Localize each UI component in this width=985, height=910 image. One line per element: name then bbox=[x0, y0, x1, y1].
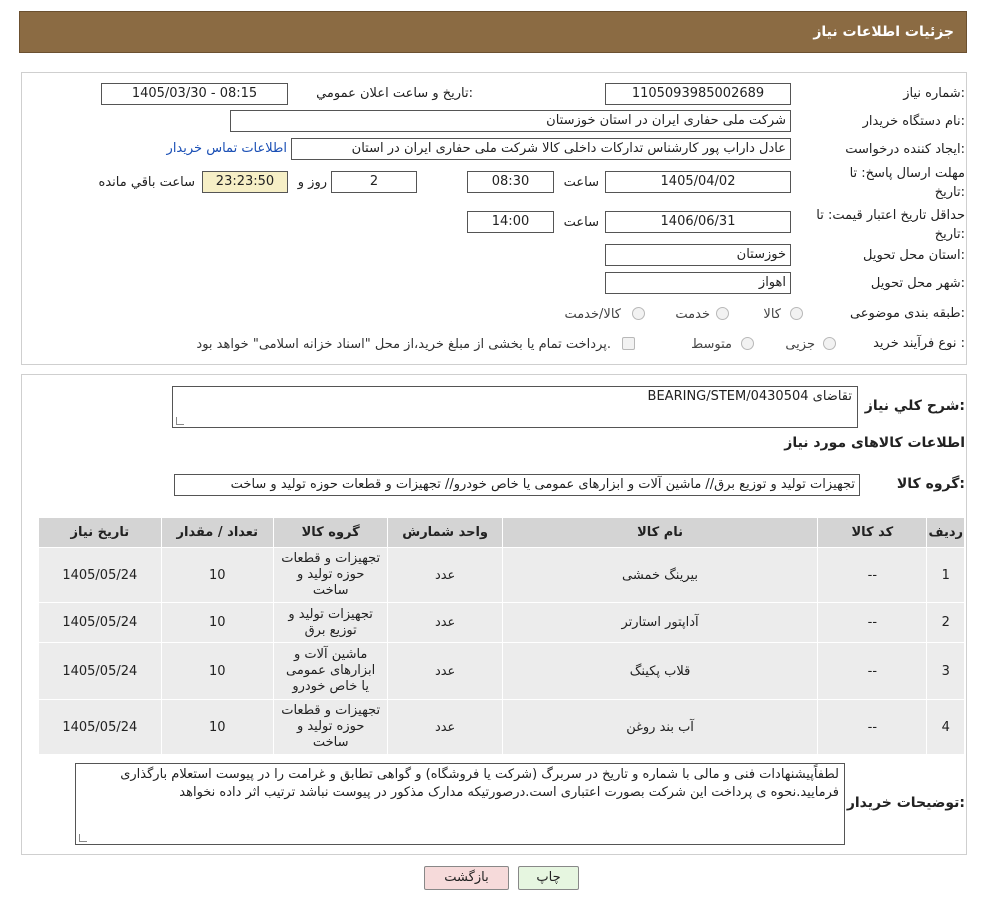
category-goods-radio[interactable] bbox=[790, 307, 803, 320]
deadline-label: مهلت ارسال پاسخ: تا تاریخ: bbox=[849, 166, 965, 200]
validity-time-label: ساعت bbox=[563, 215, 599, 230]
col-quantity: تعداد / مقدار bbox=[160, 517, 274, 548]
item-name: آداپتور استارتر bbox=[501, 602, 819, 643]
days-label: روز و bbox=[297, 175, 327, 190]
validity-date-field: 1406/06/31 bbox=[605, 211, 791, 233]
process-type-label: نوع فرآیند خرید : bbox=[873, 336, 965, 351]
category-service-radio[interactable] bbox=[716, 307, 729, 320]
remaining-time-field: 23:23:50 bbox=[202, 171, 288, 193]
requester-field: عادل داراب پور کارشناس تدارکات داخلی کال… bbox=[291, 138, 791, 160]
buyer-org-label: نام دستگاه خريدار: bbox=[862, 114, 965, 129]
item-code: -- bbox=[817, 699, 928, 755]
item-group: تجهیزات و قطعات حوزه تولید و ساخت bbox=[272, 699, 389, 755]
goods-group-label: گروه کالا: bbox=[896, 476, 965, 492]
item-group: ماشین آلات و ابزارهای عمومی یا خاص خودرو bbox=[272, 642, 389, 700]
category-label: طبقه بندی موضوعی: bbox=[849, 306, 965, 321]
announce-date-label: تاریخ و ساعت اعلان عمومي: bbox=[316, 86, 473, 101]
buyer-notes-field: لطفاًپیشنهادات فنی و مالی با شماره و تار… bbox=[75, 763, 845, 845]
resize-grip-icon[interactable] bbox=[79, 834, 87, 842]
buyer-org-field: شرکت ملی حفاری ایران در استان خوزستان bbox=[230, 110, 791, 132]
item-need-date: 1405/05/24 bbox=[38, 602, 162, 643]
item-code: -- bbox=[817, 642, 928, 700]
category-service-label: خدمت bbox=[675, 307, 710, 322]
col-item-name: نام کالا bbox=[501, 517, 819, 548]
process-partial-label: جزیی bbox=[785, 337, 815, 352]
item-group-text: ماشین آلات و ابزارهای عمومی یا خاص خودرو bbox=[286, 647, 376, 694]
process-medium-radio[interactable] bbox=[741, 337, 754, 350]
table-row: 1 -- بیرینگ خمشی عدد تجهیزات و قطعات حوز… bbox=[38, 547, 965, 603]
table-row: 3 -- قلاب پکینگ عدد ماشین آلات و ابزارها… bbox=[38, 642, 965, 700]
treasury-payment-note: پرداخت تمام یا بخشی از مبلغ خرید،از محل … bbox=[196, 337, 611, 352]
remaining-time-label: ساعت باقي مانده bbox=[98, 175, 195, 190]
item-group: تجهیزات و قطعات حوزه تولید و ساخت bbox=[272, 547, 389, 603]
item-unit: عدد bbox=[387, 699, 503, 755]
requester-label: ایجاد کننده درخواست: bbox=[845, 142, 965, 157]
province-field: خوزستان bbox=[605, 244, 791, 266]
item-need-date: 1405/05/24 bbox=[38, 699, 162, 755]
need-number-label: شماره نیاز: bbox=[903, 86, 965, 101]
col-need-date: تاریخ نیاز bbox=[38, 517, 162, 548]
city-field: اهواز bbox=[605, 272, 791, 294]
item-unit: عدد bbox=[387, 602, 503, 643]
goods-table: ردیف کد کالا نام کالا واحد شمارش گروه کا… bbox=[38, 517, 965, 755]
city-label: شهر محل تحویل: bbox=[870, 276, 965, 291]
item-name: بیرینگ خمشی bbox=[501, 547, 819, 603]
buyer-notes-label: توضیحات خریدار: bbox=[846, 795, 965, 811]
item-group: تجهیزات تولید و توزیع برق bbox=[272, 602, 389, 643]
category-goods-label: کالا bbox=[763, 307, 781, 322]
item-group-text: تجهیزات و قطعات حوزه تولید و ساخت bbox=[281, 703, 381, 750]
item-group-text: تجهیزات و قطعات حوزه تولید و ساخت bbox=[281, 551, 381, 598]
announce-date-field: 1405/03/30 - 08:15 bbox=[101, 83, 288, 105]
goods-table-header: ردیف کد کالا نام کالا واحد شمارش گروه کا… bbox=[38, 517, 965, 548]
table-row: 2 -- آداپتور استارتر عدد تجهیزات تولید و… bbox=[38, 602, 965, 643]
item-unit: عدد bbox=[387, 547, 503, 603]
table-row: 4 -- آب بند روغن عدد تجهیزات و قطعات حوز… bbox=[38, 699, 965, 755]
item-quantity: 10 bbox=[160, 699, 274, 755]
item-code: -- bbox=[817, 602, 928, 643]
category-goods-service-radio[interactable] bbox=[632, 307, 645, 320]
row-number: 4 bbox=[926, 699, 965, 755]
item-code: -- bbox=[817, 547, 928, 603]
deadline-time-label: ساعت bbox=[563, 175, 599, 190]
summary-field: تقاضای BEARING/STEM/0430504 bbox=[172, 386, 858, 428]
summary-label: شرح كلي نياز: bbox=[864, 398, 965, 414]
row-number: 2 bbox=[926, 602, 965, 643]
row-number: 1 bbox=[926, 547, 965, 603]
item-quantity: 10 bbox=[160, 642, 274, 700]
process-medium-label: متوسط bbox=[691, 337, 732, 352]
deadline-date-field: 1405/04/02 bbox=[605, 171, 791, 193]
col-row-number: ردیف bbox=[926, 517, 965, 548]
col-item-code: کد کالا bbox=[817, 517, 928, 548]
page-title: جزئیات اطلاعات نیاز bbox=[813, 24, 954, 40]
process-partial-radio[interactable] bbox=[823, 337, 836, 350]
need-number-field: 1105093985002689 bbox=[605, 83, 791, 105]
resize-grip-icon[interactable] bbox=[176, 417, 184, 425]
print-button[interactable]: چاپ bbox=[518, 866, 579, 890]
item-need-date: 1405/05/24 bbox=[38, 642, 162, 700]
back-button[interactable]: بازگشت bbox=[424, 866, 509, 890]
buyer-contact-link[interactable]: اطلاعات تماس خریدار bbox=[167, 141, 287, 156]
item-unit: عدد bbox=[387, 642, 503, 700]
goods-info-title: اطلاعات کالاهای مورد نیاز bbox=[784, 435, 965, 451]
item-name: آب بند روغن bbox=[501, 699, 819, 755]
validity-label: حداقل تاریخ اعتبار قیمت: تا تاریخ: bbox=[816, 208, 965, 242]
goods-group-field: تجهیزات تولید و توزیع برق// ماشین آلات و… bbox=[174, 474, 860, 496]
province-label: استان محل تحویل: bbox=[863, 248, 965, 263]
item-group-text: تجهیزات تولید و توزیع برق bbox=[288, 606, 373, 638]
days-remaining-field: 2 bbox=[331, 171, 417, 193]
item-need-date: 1405/05/24 bbox=[38, 547, 162, 603]
category-goods-service-label: کالا/خدمت bbox=[564, 307, 621, 322]
deadline-time-field: 08:30 bbox=[467, 171, 554, 193]
buyer-notes-text: لطفاًپیشنهادات فنی و مالی با شماره و تار… bbox=[120, 767, 839, 800]
item-quantity: 10 bbox=[160, 602, 274, 643]
summary-text: تقاضای BEARING/STEM/0430504 bbox=[647, 389, 852, 404]
item-name: قلاب پکینگ bbox=[501, 642, 819, 700]
treasury-payment-checkbox[interactable] bbox=[622, 337, 635, 350]
row-number: 3 bbox=[926, 642, 965, 700]
page-header: جزئیات اطلاعات نیاز bbox=[19, 11, 967, 53]
item-quantity: 10 bbox=[160, 547, 274, 603]
col-item-group: گروه کالا bbox=[272, 517, 389, 548]
validity-time-field: 14:00 bbox=[467, 211, 554, 233]
col-unit: واحد شمارش bbox=[387, 517, 503, 548]
